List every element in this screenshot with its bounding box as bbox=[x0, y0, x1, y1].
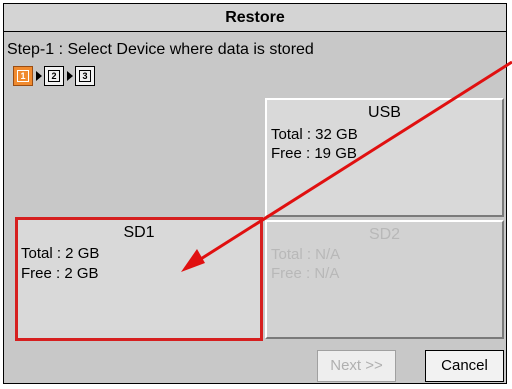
cancel-button[interactable]: Cancel bbox=[425, 350, 504, 382]
step-3-icon: 3 bbox=[75, 66, 95, 86]
step-1-label: 1 bbox=[17, 70, 29, 82]
device-sd2-name: SD2 bbox=[368, 226, 401, 243]
device-usb-total: Total : 32 GB bbox=[271, 126, 358, 143]
device-sd1-free: Free : 2 GB bbox=[21, 265, 99, 282]
step-2-icon: 2 bbox=[44, 66, 64, 86]
device-sd2-free: Free : N/A bbox=[271, 265, 340, 282]
restore-dialog: Restore Step-1 : Select Device where dat… bbox=[3, 3, 507, 384]
step-instruction: Step-1 : Select Device where data is sto… bbox=[7, 41, 314, 58]
step-1-icon: 1 bbox=[13, 66, 33, 86]
device-usb-button[interactable]: USB Total : 32 GB Free : 19 GB bbox=[265, 98, 504, 217]
step-arrow-icon bbox=[67, 71, 73, 81]
device-sd1-total: Total : 2 GB bbox=[21, 245, 100, 262]
dialog-title: Restore bbox=[4, 4, 506, 32]
next-button[interactable]: Next >> bbox=[317, 350, 396, 382]
step-2-label: 2 bbox=[48, 70, 60, 82]
device-sd2-button: SD2 Total : N/A Free : N/A bbox=[265, 220, 504, 339]
step-arrow-icon bbox=[36, 71, 42, 81]
device-sd1-button[interactable]: SD1 Total : 2 GB Free : 2 GB bbox=[15, 217, 263, 341]
device-usb-name: USB bbox=[368, 104, 401, 121]
device-usb-free: Free : 19 GB bbox=[271, 145, 357, 162]
device-sd2-total: Total : N/A bbox=[271, 246, 341, 263]
device-sd1-name: SD1 bbox=[123, 224, 155, 241]
step-3-label: 3 bbox=[79, 70, 91, 82]
